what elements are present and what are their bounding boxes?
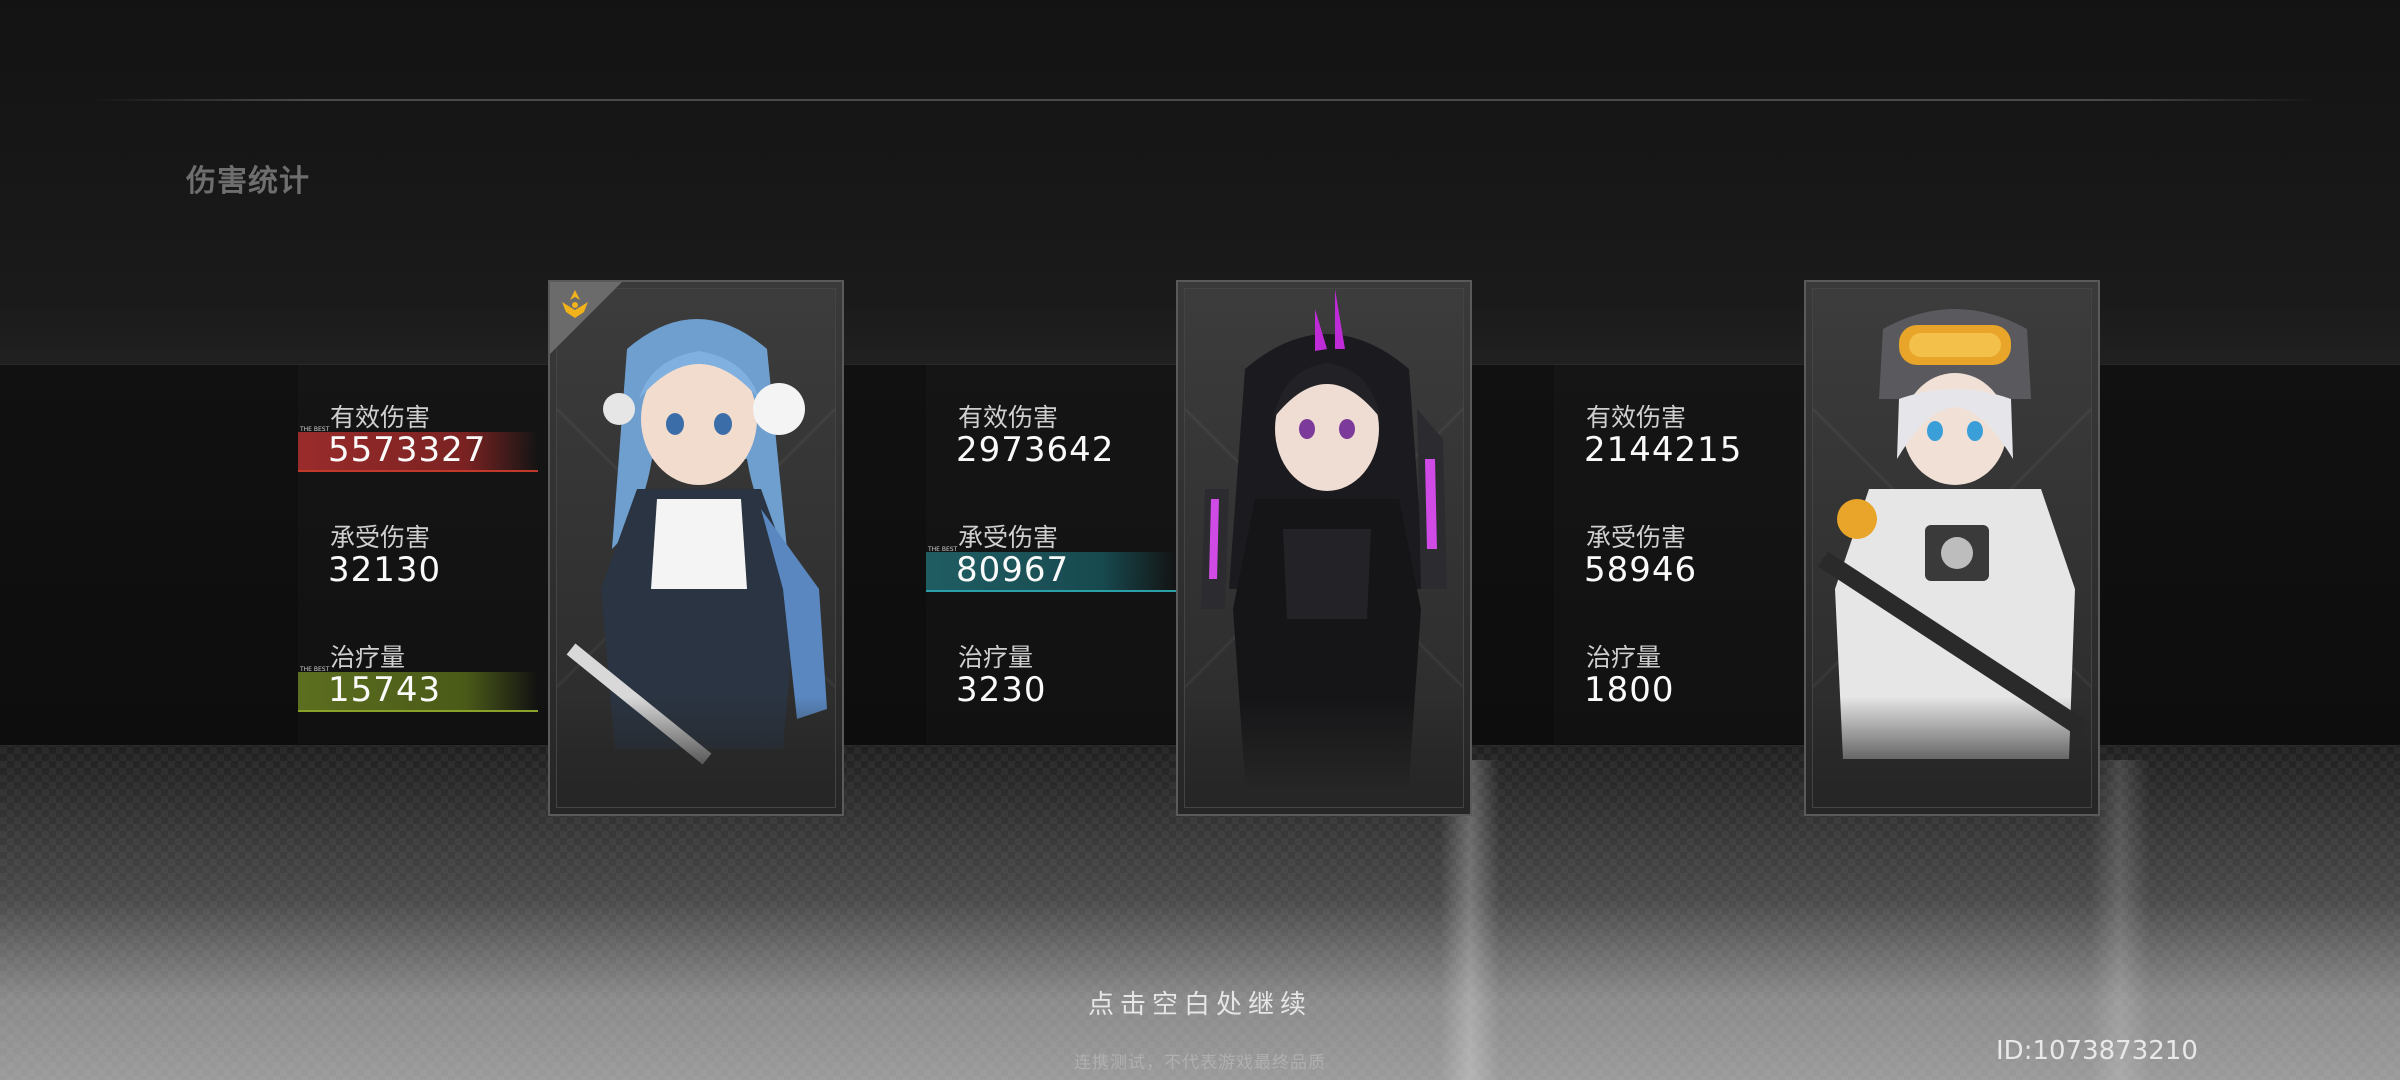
best-tag: THE BEST (300, 666, 330, 673)
character-stats: 有效伤害 2144215 承受伤害 58946 治疗量 1800 (1554, 398, 1794, 758)
stat-label: 治疗量 (330, 643, 406, 672)
card-fade (1813, 697, 2091, 807)
stat-label: 有效伤害 (330, 403, 431, 432)
stat-effective-damage: 有效伤害 2144215 (1554, 398, 1794, 518)
stat-value: 5573327 (328, 430, 487, 470)
stat-effective-damage: 有效伤害 2973642 (926, 398, 1166, 518)
stat-label: 承受伤害 (1586, 523, 1687, 552)
leader-icon (562, 290, 588, 318)
best-tag: THE BEST (300, 426, 330, 433)
stat-healing: 治疗量 THE BEST 15743 (298, 638, 538, 758)
portrait-frame (1812, 288, 2092, 808)
best-tag: THE BEST (928, 546, 958, 553)
stat-value: 32130 (328, 550, 442, 590)
stat-damage-taken: 承受伤害 THE BEST 80967 (926, 518, 1176, 638)
character-portrait-card[interactable] (1176, 280, 1472, 816)
character-stats: 有效伤害 2973642 承受伤害 THE BEST 80967 治疗量 323… (926, 398, 1176, 758)
stat-label: 有效伤害 (1586, 403, 1687, 432)
stat-damage-taken: 承受伤害 58946 (1554, 518, 1794, 638)
stat-healing: 治疗量 1800 (1554, 638, 1794, 758)
stat-value: 2973642 (956, 430, 1115, 470)
continue-prompt[interactable]: 点击空白处继续 (0, 984, 2400, 1021)
top-divider (90, 99, 2320, 101)
stat-label: 有效伤害 (958, 403, 1059, 432)
portrait-frame (556, 288, 836, 808)
character-portrait-card[interactable] (548, 280, 844, 816)
player-id: ID:1073873210 (1996, 1036, 2198, 1066)
page-title: 伤害统计 (186, 164, 310, 199)
card-fade (557, 697, 835, 807)
character-stats: 有效伤害 THE BEST 5573327 承受伤害 32130 治疗量 THE… (298, 398, 538, 758)
stat-value: 1800 (1584, 670, 1675, 710)
character-portrait-card[interactable] (1804, 280, 2100, 816)
stat-value: 2144215 (1584, 430, 1743, 470)
stat-healing: 治疗量 3230 (926, 638, 1166, 758)
portrait-frame (1184, 288, 1464, 808)
stat-value: 80967 (956, 550, 1070, 590)
stat-label: 承受伤害 (958, 523, 1059, 552)
stat-value: 58946 (1584, 550, 1698, 590)
stat-value: 15743 (328, 670, 442, 710)
stat-effective-damage: 有效伤害 THE BEST 5573327 (298, 398, 538, 518)
stat-label: 治疗量 (958, 643, 1034, 672)
stat-label: 承受伤害 (330, 523, 431, 552)
stat-label: 治疗量 (1586, 643, 1662, 672)
stat-damage-taken: 承受伤害 32130 (298, 518, 538, 638)
stat-value: 3230 (956, 670, 1047, 710)
card-fade (1185, 697, 1463, 807)
